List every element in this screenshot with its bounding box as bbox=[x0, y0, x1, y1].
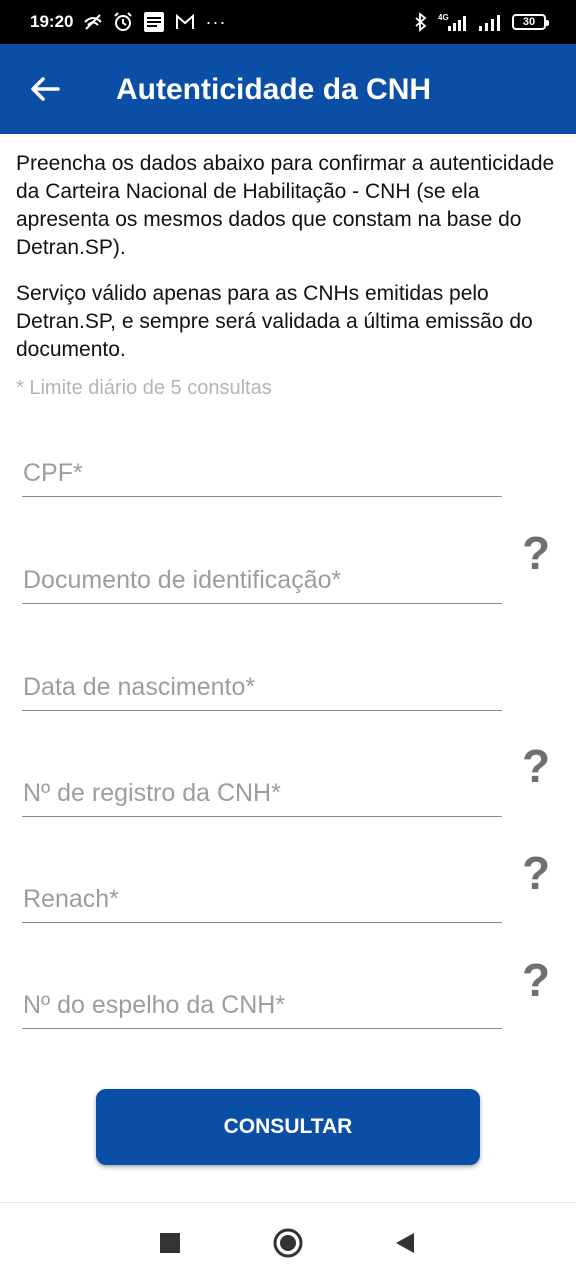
system-nav-bar bbox=[0, 1202, 576, 1280]
intro-paragraph-1: Preencha os dados abaixo para confirmar … bbox=[16, 152, 555, 259]
recent-apps-button[interactable] bbox=[156, 1229, 184, 1257]
battery-icon: 30 bbox=[512, 14, 549, 30]
identity-document-input[interactable] bbox=[23, 566, 493, 595]
cnh-mirror-number-help-icon[interactable]: ? bbox=[518, 955, 554, 1005]
intro-paragraph-2: Serviço válido apenas para as CNHs emiti… bbox=[16, 282, 533, 361]
status-time: 19:20 bbox=[30, 12, 74, 31]
renach-field bbox=[22, 863, 502, 923]
renach-input[interactable] bbox=[23, 885, 493, 914]
identity-document-field bbox=[22, 544, 502, 604]
status-bar: 19:20 ··· 4G 30 bbox=[0, 0, 576, 44]
birth-date-input[interactable] bbox=[23, 673, 493, 702]
intro-text: Preencha os dados abaixo para confirmar … bbox=[16, 150, 561, 364]
signal-4g-icon: 4G bbox=[438, 12, 468, 32]
back-button[interactable] bbox=[28, 74, 62, 104]
cnh-registration-input[interactable] bbox=[23, 779, 493, 808]
birth-date-field bbox=[22, 651, 502, 711]
cnh-mirror-number-field bbox=[22, 969, 502, 1029]
status-bar-left: 19:20 ··· bbox=[30, 11, 226, 33]
wifi-off-icon bbox=[83, 13, 103, 31]
signal-icon bbox=[478, 12, 502, 32]
gmail-icon bbox=[175, 14, 195, 30]
renach-help-icon[interactable]: ? bbox=[518, 848, 554, 898]
home-icon bbox=[273, 1228, 303, 1258]
cnh-registration-field bbox=[22, 757, 502, 817]
back-triangle-icon bbox=[396, 1233, 414, 1253]
consult-button[interactable]: CONSULTAR bbox=[96, 1089, 480, 1165]
arrow-left-icon bbox=[31, 77, 60, 101]
screen: 19:20 ··· 4G 30 Autenticidade da CNH Pre… bbox=[0, 0, 576, 1280]
bluetooth-icon bbox=[414, 12, 428, 32]
status-bar-right: 4G 30 bbox=[414, 12, 549, 32]
page-title: Autenticidade da CNH bbox=[116, 73, 432, 106]
cnh-mirror-number-input[interactable] bbox=[23, 991, 493, 1020]
cpf-field bbox=[22, 437, 502, 497]
cnh-registration-help-icon[interactable]: ? bbox=[518, 741, 554, 791]
home-button[interactable] bbox=[272, 1227, 304, 1259]
identity-document-help-icon[interactable]: ? bbox=[518, 528, 554, 578]
daily-limit-note: * Limite diário de 5 consultas bbox=[16, 377, 272, 399]
alarm-icon bbox=[113, 12, 133, 32]
app-bar: Autenticidade da CNH bbox=[0, 44, 576, 134]
system-back-button[interactable] bbox=[392, 1229, 420, 1257]
recent-apps-icon bbox=[160, 1233, 180, 1253]
svg-text:4G: 4G bbox=[438, 13, 449, 22]
sim-card-icon bbox=[143, 11, 165, 33]
more-notifications-icon: ··· bbox=[205, 12, 227, 32]
cpf-input[interactable] bbox=[23, 459, 493, 488]
